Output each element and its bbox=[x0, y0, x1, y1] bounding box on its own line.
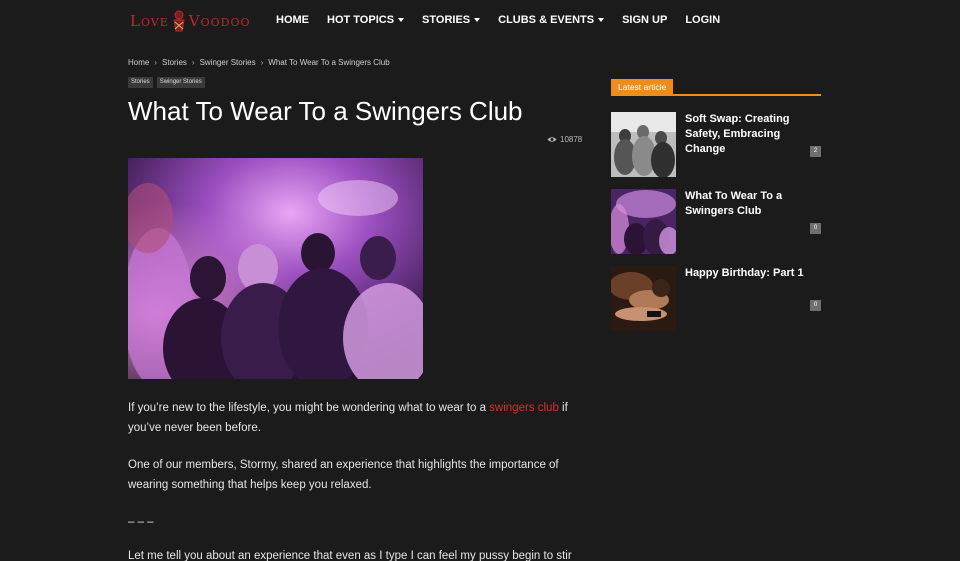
breadcrumb-home[interactable]: Home bbox=[128, 58, 149, 67]
sidebar-heading: Latest article bbox=[611, 77, 821, 96]
eye-icon bbox=[547, 137, 557, 142]
sidebar-article-title[interactable]: What To Wear To a Swingers Club bbox=[685, 189, 821, 219]
category-tags: Stories Swinger Stories bbox=[128, 77, 209, 88]
site-logo[interactable]: Love Voodoo bbox=[130, 6, 251, 36]
comment-count-badge[interactable]: 0 bbox=[810, 300, 821, 311]
article-thumbnail[interactable] bbox=[611, 266, 676, 331]
comment-count-badge[interactable]: 0 bbox=[810, 223, 821, 234]
tag-stories[interactable]: Stories bbox=[128, 77, 153, 88]
sidebar-article[interactable]: What To Wear To a Swingers Club 0 bbox=[611, 189, 821, 255]
article-divider: – – – bbox=[128, 516, 154, 528]
article-paragraph: Let me tell you about an experience that… bbox=[128, 550, 572, 561]
site-header: Love Voodoo HOME HOT TOPICS STORIES CLUB… bbox=[0, 0, 960, 44]
breadcrumb-separator-icon: › bbox=[191, 58, 195, 67]
article-thumbnail[interactable] bbox=[611, 189, 676, 254]
nav-label: SIGN UP bbox=[622, 14, 668, 26]
article-hero-image bbox=[128, 158, 423, 379]
breadcrumb: Home › Stories › Swinger Stories › What … bbox=[128, 58, 390, 67]
chevron-down-icon bbox=[598, 18, 605, 22]
nav-label: LOGIN bbox=[685, 14, 721, 26]
sidebar-heading-label: Latest article bbox=[611, 79, 674, 96]
paragraph-text: If you’re new to the lifestyle, you migh… bbox=[128, 402, 490, 414]
nav-item-login[interactable]: LOGIN bbox=[685, 14, 720, 26]
sidebar-article[interactable]: Happy Birthday: Part 1 0 bbox=[611, 266, 821, 332]
comment-count-badge[interactable]: 2 bbox=[810, 146, 821, 157]
sidebar-article[interactable]: Soft Swap: Creating Safety, Embracing Ch… bbox=[611, 112, 821, 178]
view-count-value: 10878 bbox=[560, 135, 583, 144]
nav-item-hot-topics[interactable]: HOT TOPICS bbox=[327, 14, 405, 26]
nav-item-sign-up[interactable]: SIGN UP bbox=[622, 14, 667, 26]
chevron-down-icon bbox=[398, 18, 405, 22]
article-thumbnail[interactable] bbox=[611, 112, 676, 177]
nav-label: HOT TOPICS bbox=[327, 14, 395, 26]
breadcrumb-swinger-stories[interactable]: Swinger Stories bbox=[200, 58, 256, 67]
nav-item-stories[interactable]: STORIES bbox=[422, 14, 481, 26]
breadcrumb-current: What To Wear To a Swingers Club bbox=[268, 58, 390, 67]
sidebar-article-title[interactable]: Happy Birthday: Part 1 bbox=[685, 266, 821, 281]
nav-item-home[interactable]: HOME bbox=[276, 14, 309, 26]
article-paragraph: One of our members, Stormy, shared an ex… bbox=[128, 459, 559, 491]
voodoo-doll-icon bbox=[172, 10, 186, 32]
logo-text-left: Love bbox=[130, 12, 169, 30]
chevron-down-icon bbox=[474, 18, 481, 22]
nav-item-clubs-events[interactable]: CLUBS & EVENTS bbox=[498, 14, 605, 26]
page-title: What To Wear To a Swingers Club bbox=[128, 96, 523, 126]
nav-label: HOME bbox=[276, 14, 309, 26]
main-nav: HOME HOT TOPICS STORIES CLUBS & EVENTS S… bbox=[276, 0, 738, 40]
swingers-club-link[interactable]: swingers club bbox=[489, 402, 559, 414]
breadcrumb-stories[interactable]: Stories bbox=[162, 58, 187, 67]
article-paragraph: If you’re new to the lifestyle, you migh… bbox=[128, 398, 580, 438]
nav-label: STORIES bbox=[422, 14, 471, 26]
logo-text-right: Voodoo bbox=[188, 12, 251, 30]
view-count: 10878 bbox=[547, 135, 582, 144]
nav-label: CLUBS & EVENTS bbox=[498, 14, 595, 26]
breadcrumb-separator-icon: › bbox=[260, 58, 264, 67]
sidebar-article-title[interactable]: Soft Swap: Creating Safety, Embracing Ch… bbox=[685, 112, 821, 157]
tag-swinger-stories[interactable]: Swinger Stories bbox=[156, 77, 205, 88]
breadcrumb-separator-icon: › bbox=[154, 58, 158, 67]
